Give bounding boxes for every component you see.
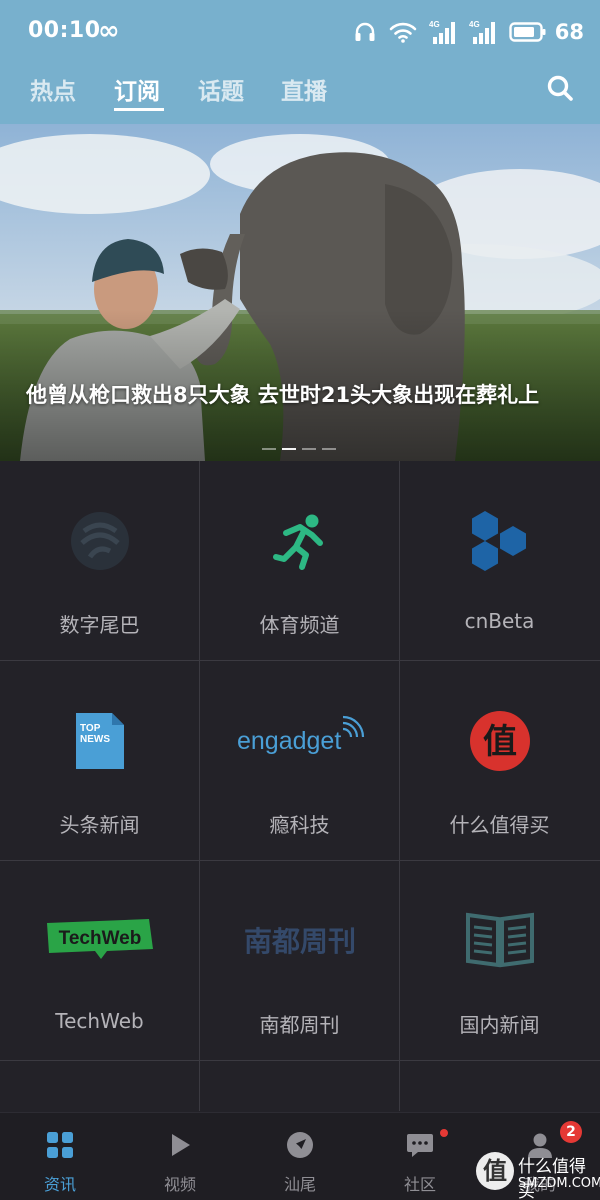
channel-label: 数字尾巴 bbox=[59, 613, 140, 637]
loop-icon: ∞ bbox=[98, 16, 120, 46]
tab-live[interactable]: 直播 bbox=[281, 72, 327, 106]
carousel-dot[interactable] bbox=[262, 448, 276, 450]
nav-label: 社区 bbox=[403, 1175, 436, 1194]
channel-digital-tail[interactable]: 数字尾巴 bbox=[0, 461, 199, 660]
carousel-dots bbox=[262, 448, 336, 450]
tab-hot[interactable]: 热点 bbox=[30, 72, 76, 106]
channel-nandu[interactable]: 南都周刊 南都周刊 bbox=[200, 861, 399, 1060]
channel-label: cnBeta bbox=[464, 609, 535, 633]
top-news-icon: TOP NEWS bbox=[75, 713, 124, 769]
carousel-dot[interactable] bbox=[322, 448, 336, 450]
channel-label: TechWeb bbox=[55, 1009, 144, 1033]
status-icons: 4G 4G 68 bbox=[353, 16, 584, 48]
featured-banner[interactable]: 他曾从枪口救出8只大象 去世时21头大象出现在葬礼上 bbox=[0, 124, 600, 461]
watermark-domain: SMZDM.COM bbox=[518, 1176, 600, 1191]
network-label-2: 4G bbox=[469, 20, 480, 29]
banner-title[interactable]: 他曾从枪口救出8只大象 去世时21头大象出现在葬礼上 bbox=[26, 381, 586, 409]
channel-grid: 数字尾巴 体育频道 cnBeta TOP NEWS 头条新闻 engadget bbox=[0, 461, 600, 1111]
notification-dot bbox=[440, 1129, 448, 1137]
banner-image bbox=[0, 124, 600, 461]
top-header: 00:10 ∞ 4G 4G 68 热点 订阅 话题 直播 bbox=[0, 0, 600, 124]
running-man-icon bbox=[272, 514, 323, 570]
nav-community[interactable]: 社区 bbox=[360, 1113, 480, 1200]
channel-engadget[interactable]: engadget 瘾科技 bbox=[200, 661, 399, 860]
network-label-1: 4G bbox=[429, 20, 440, 29]
carousel-dot[interactable] bbox=[282, 448, 296, 450]
channel-label: 体育频道 bbox=[259, 613, 340, 637]
nav-label: 视频 bbox=[163, 1175, 196, 1194]
channel-top-news[interactable]: TOP NEWS 头条新闻 bbox=[0, 661, 199, 860]
top-news-text: NEWS bbox=[80, 734, 110, 745]
channel-cnbeta[interactable]: cnBeta bbox=[400, 461, 599, 660]
signal-icon-2: 4G bbox=[469, 20, 495, 44]
nav-news[interactable]: 资讯 bbox=[0, 1113, 120, 1200]
tab-topics[interactable]: 话题 bbox=[198, 72, 244, 106]
battery-level: 68 bbox=[554, 20, 584, 44]
carousel-dot[interactable] bbox=[302, 448, 316, 450]
smzdm-icon: 值 bbox=[469, 711, 530, 771]
compass-icon bbox=[287, 1132, 313, 1158]
channel-sports[interactable]: 体育频道 bbox=[200, 461, 399, 660]
channel-techweb[interactable]: TechWeb TechWeb bbox=[0, 861, 199, 1060]
engadget-wordmark: engadget bbox=[237, 727, 341, 755]
top-tabs: 热点 订阅 话题 直播 bbox=[0, 64, 600, 124]
nandu-icon: 南都周刊 bbox=[243, 925, 355, 958]
chat-icon bbox=[407, 1134, 433, 1157]
channel-label: 国内新闻 bbox=[459, 1013, 540, 1037]
nav-label: 汕尾 bbox=[283, 1175, 316, 1194]
engadget-icon: engadget bbox=[237, 715, 364, 755]
channel-label: 瘾科技 bbox=[269, 813, 330, 837]
techweb-icon: TechWeb bbox=[46, 919, 153, 959]
channel-smzdm[interactable]: 值 什么值得买 bbox=[400, 661, 599, 860]
digital-tail-icon bbox=[70, 512, 129, 570]
active-tab-indicator bbox=[114, 108, 164, 111]
play-icon bbox=[172, 1134, 190, 1156]
status-time: 00:10 bbox=[28, 18, 101, 43]
channel-label: 什么值得买 bbox=[449, 813, 550, 837]
battery-icon bbox=[509, 22, 546, 42]
nav-video[interactable]: 视频 bbox=[120, 1113, 240, 1200]
grid-divider bbox=[0, 1060, 600, 1061]
nav-label: 资讯 bbox=[43, 1175, 76, 1194]
search-icon[interactable] bbox=[546, 74, 574, 102]
watermark-logo: 值 bbox=[476, 1152, 514, 1190]
smzdm-watermark: 值 什么值得买 SMZDM.COM bbox=[476, 1150, 600, 1200]
profile-badge: 2 bbox=[560, 1121, 582, 1143]
nandu-wordmark: 南都周刊 bbox=[243, 925, 355, 958]
nav-shanwei[interactable]: 汕尾 bbox=[240, 1113, 360, 1200]
wifi-icon bbox=[389, 22, 417, 43]
channel-label: 头条新闻 bbox=[59, 813, 140, 837]
channel-domestic-news[interactable]: 国内新闻 bbox=[400, 861, 599, 1060]
smzdm-glyph: 值 bbox=[483, 722, 517, 762]
tab-subscribe[interactable]: 订阅 bbox=[114, 72, 160, 106]
techweb-wordmark: TechWeb bbox=[58, 928, 141, 949]
hexagons-icon bbox=[471, 511, 526, 571]
signal-icon-1: 4G bbox=[429, 20, 455, 44]
top-news-text: TOP bbox=[80, 723, 101, 734]
grid-icon bbox=[47, 1132, 73, 1158]
status-bar: 00:10 ∞ 4G 4G 68 bbox=[0, 0, 600, 64]
headphones-icon bbox=[355, 22, 375, 41]
open-book-icon bbox=[465, 912, 534, 968]
channel-label: 南都周刊 bbox=[259, 1013, 340, 1037]
